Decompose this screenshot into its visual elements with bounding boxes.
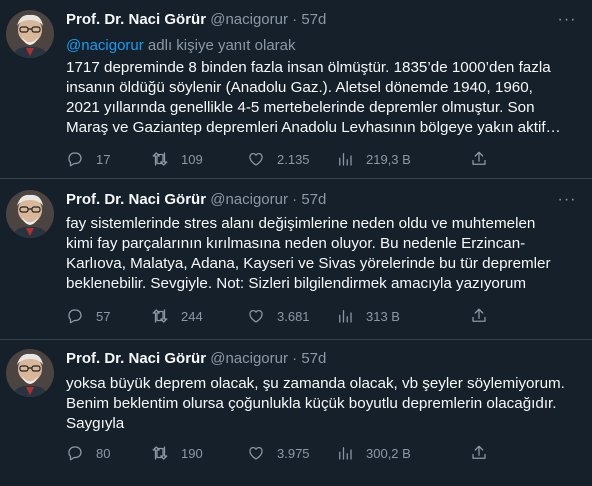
tweet-text-line: Benim beklentim olursa çoğunlukla küçük … [66,395,557,412]
reply-context: @nacigorur adlı kişiye yanıt olarak [66,36,582,56]
tweet-text-line: yoksa büyük deprem olacak, şu zamanda ol… [66,375,565,392]
tweet-header: Prof. Dr. Naci Görür @nacigorur · 57d [66,349,582,369]
reply-icon [68,152,82,167]
tweet-text-line: 2021 yıllarında genellikle 4-5 mertebele… [66,99,535,116]
timestamp[interactable]: 57d [301,191,326,208]
reply-button[interactable]: 80 [66,443,110,463]
retweet-button[interactable]: 109 [151,149,203,169]
views-count: 300,2 B [366,445,411,461]
tweet-text: 1717 depreminde 8 binden fazla insan ölm… [66,58,582,138]
retweet-count: 244 [181,308,203,324]
heart-icon [249,446,263,460]
share-button[interactable] [470,443,488,463]
tweet-text-line: beklenebilir. Sevgiyle. Not: Sizleri bil… [66,275,527,292]
display-name[interactable]: Prof. Dr. Naci Görür [66,11,206,28]
user-handle[interactable]: @nacigorur [210,191,288,208]
tweet-actions: 17 109 2.135 219,3 B [66,149,486,169]
views-button[interactable]: 300,2 B [336,443,411,463]
views-chart-icon [339,153,352,166]
reply-button[interactable]: 57 [66,306,110,326]
tweet-text: yoksa büyük deprem olacak, şu zamanda ol… [66,374,582,434]
views-chart-icon [339,447,352,460]
tweet-header: Prof. Dr. Naci Görür @nacigorur · 57d ··… [66,10,582,30]
user-handle[interactable]: @nacigorur [210,11,288,28]
avatar[interactable] [6,349,54,397]
tweet-actions: 57 244 3.681 313 B [66,306,486,326]
retweet-icon [152,446,168,460]
heart-icon [249,152,263,166]
views-button[interactable]: 219,3 B [336,149,411,169]
tweet-actions: 80 190 3.975 300,2 B [66,443,486,463]
reply-mention-link[interactable]: @nacigorur [66,37,144,54]
reply-count: 80 [96,445,111,461]
display-name[interactable]: Prof. Dr. Naci Görür [66,350,206,367]
share-button[interactable] [470,149,488,169]
tweet-text-line: Saygıyla [66,415,125,432]
separator: · [292,11,298,28]
retweet-button[interactable]: 190 [151,443,203,463]
tweet[interactable]: Prof. Dr. Naci Görür @nacigorur · 57d ··… [0,179,592,340]
retweet-button[interactable]: 244 [151,306,203,326]
retweet-icon [152,309,168,323]
retweet-count: 190 [181,445,203,461]
tweet-text: fay sistemlerinde stres alanı değişimler… [66,214,582,294]
tweet-header: Prof. Dr. Naci Görür @nacigorur · 57d ··… [66,190,582,210]
tweet-text-line: 1717 depreminde 8 binden fazla insan ölm… [66,59,551,76]
separator: · [292,191,298,208]
like-button[interactable]: 3.975 [247,443,310,463]
share-icon [472,445,486,459]
timestamp[interactable]: 57d [301,350,326,367]
reply-count: 17 [96,151,111,167]
tweet-text-line: Karlıova, Malatya, Adana, Kayseri ve Siv… [66,255,551,272]
share-icon [472,151,486,165]
tweet-text-line: Maraş ve Gaziantep depremleri Anadolu Le… [66,119,561,136]
like-button[interactable]: 3.681 [247,306,310,326]
display-name[interactable]: Prof. Dr. Naci Görür [66,191,206,208]
user-handle[interactable]: @nacigorur [210,350,288,367]
reply-button[interactable]: 17 [66,149,110,169]
share-icon [472,308,486,322]
more-icon[interactable]: ··· [552,190,582,210]
avatar[interactable] [6,10,54,58]
like-button[interactable]: 2.135 [247,149,310,169]
retweet-icon [152,152,168,166]
separator: · [292,350,298,367]
reply-context-text: adlı kişiye yanıt olarak [143,37,296,54]
more-icon[interactable]: ··· [552,10,582,30]
reply-icon [68,309,82,324]
views-button[interactable]: 313 B [336,306,400,326]
avatar[interactable] [6,190,54,238]
retweet-count: 109 [181,151,203,167]
tweet-text-line: insanın öldüğü söylenir (Anadolu Gaz.). … [66,79,533,96]
like-count: 3.975 [277,445,310,461]
reply-icon [68,446,82,461]
reply-count: 57 [96,308,111,324]
views-count: 313 B [366,308,400,324]
tweet-text-line: kimi fay parçalarının kırılmasına neden … [66,235,526,252]
timestamp[interactable]: 57d [301,11,326,28]
tweet-text-line: fay sistemlerinde stres alanı değişimler… [66,215,536,232]
tweet[interactable]: Prof. Dr. Naci Görür @nacigorur · 57d ··… [0,0,592,179]
tweet[interactable]: Prof. Dr. Naci Görür @nacigorur · 57d yo… [0,340,592,486]
heart-icon [249,309,263,323]
views-chart-icon [339,310,352,323]
views-count: 219,3 B [366,151,411,167]
share-button[interactable] [470,306,488,326]
like-count: 2.135 [277,151,310,167]
like-count: 3.681 [277,308,310,324]
